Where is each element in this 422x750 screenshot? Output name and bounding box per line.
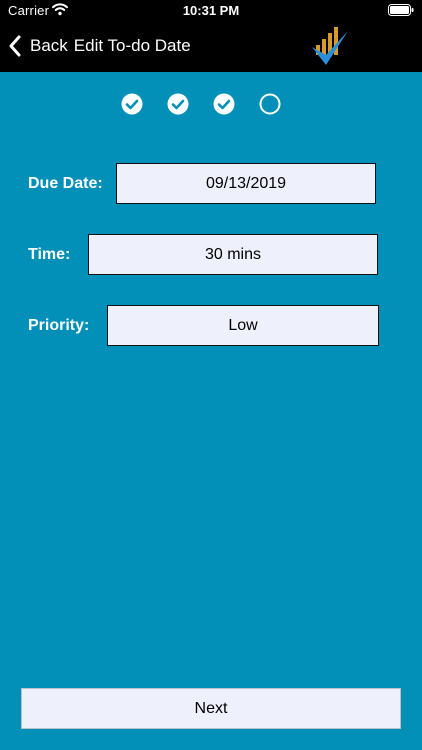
step-3-check-icon [213, 93, 235, 115]
back-button[interactable]: Back Edit To-do Date [8, 33, 191, 59]
priority-label: Priority: [28, 317, 90, 334]
step-4-empty-circle-icon [259, 93, 281, 115]
step-indicator [121, 93, 281, 117]
battery-icon [388, 4, 414, 16]
priority-field[interactable]: Low [107, 305, 379, 346]
time-field[interactable]: 30 mins [88, 234, 378, 275]
next-button[interactable]: Next [21, 688, 401, 729]
time-label: Time: [28, 246, 71, 263]
back-label: Back [30, 36, 68, 55]
due-date-label: Due Date: [28, 175, 103, 192]
step-2-check-icon [167, 93, 189, 115]
app-logo-icon [312, 27, 348, 65]
due-date-field[interactable]: 09/13/2019 [116, 163, 376, 204]
page-title: Edit To-do Date [73, 36, 191, 55]
status-time: 10:31 PM [182, 3, 240, 18]
step-1-check-icon [121, 93, 143, 115]
chevron-left-icon [9, 35, 21, 57]
top-bar: Carrier 10:31 PM Back Edit To-do Date [0, 0, 422, 72]
